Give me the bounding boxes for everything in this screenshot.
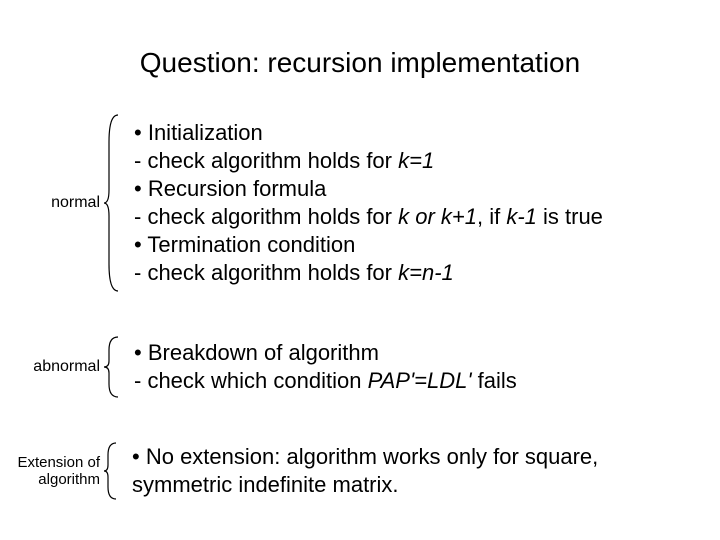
content-abnormal: Breakdown of algorithm - check which con…	[120, 339, 700, 395]
section-abnormal: abnormal Breakdown of algorithm - check …	[0, 334, 700, 400]
brace-icon	[102, 112, 120, 294]
list-item: Termination condition	[134, 231, 700, 259]
label-normal: normal	[0, 194, 102, 212]
list-item: Initialization	[134, 119, 700, 147]
list-item: - check algorithm holds for k=n-1	[134, 259, 700, 287]
brace-icon	[102, 334, 120, 400]
section-extension: Extension of algorithm No extension: alg…	[0, 440, 700, 502]
section-normal: normal Initialization - check algorithm …	[0, 112, 700, 294]
list-item: - check which condition PAP'=LDL' fails	[134, 367, 700, 395]
slide-title: Question: recursion implementation	[0, 47, 720, 79]
brace-icon	[102, 440, 118, 502]
list-item: - check algorithm holds for k=1	[134, 147, 700, 175]
list-item: No extension: algorithm works only for s…	[132, 443, 700, 499]
label-extension: Extension of algorithm	[0, 454, 102, 488]
list-item: Breakdown of algorithm	[134, 339, 700, 367]
label-abnormal: abnormal	[0, 358, 102, 376]
list-item: - check algorithm holds for k or k+1, if…	[134, 203, 700, 231]
content-extension: No extension: algorithm works only for s…	[118, 443, 700, 499]
content-normal: Initialization - check algorithm holds f…	[120, 119, 700, 288]
list-item: Recursion formula	[134, 175, 700, 203]
